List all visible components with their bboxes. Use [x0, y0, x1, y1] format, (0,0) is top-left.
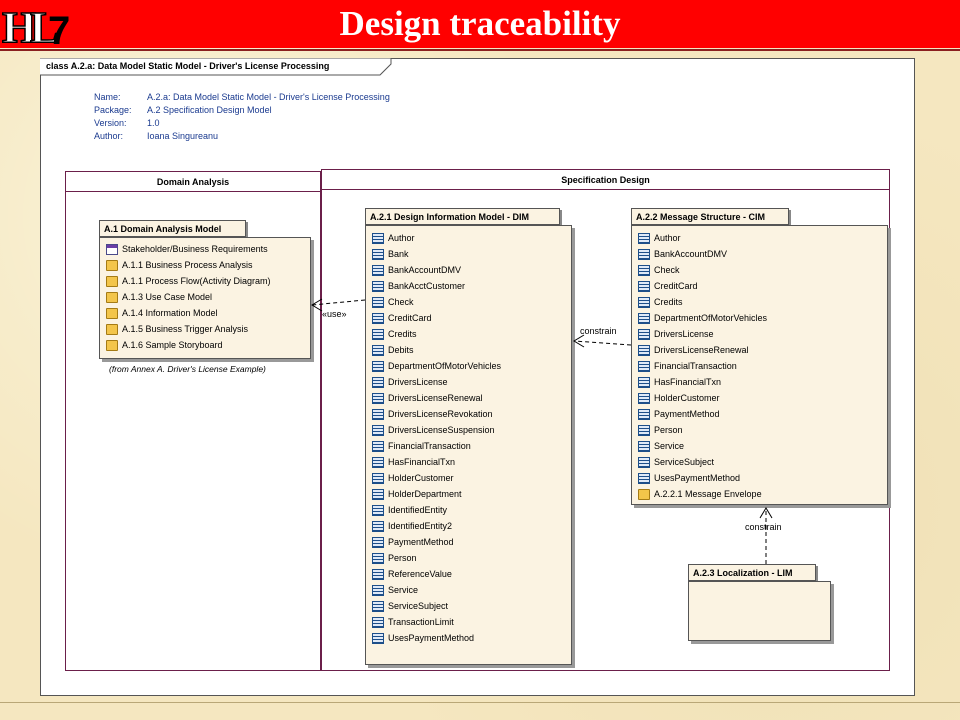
constrain-label-2: constrain	[745, 522, 782, 532]
constrain-label-1: constrain	[580, 326, 617, 336]
use-stereotype-label: «use»	[322, 309, 347, 319]
dependency-connectors	[311, 298, 773, 564]
constrain-dependency-line-1	[573, 340, 632, 346]
